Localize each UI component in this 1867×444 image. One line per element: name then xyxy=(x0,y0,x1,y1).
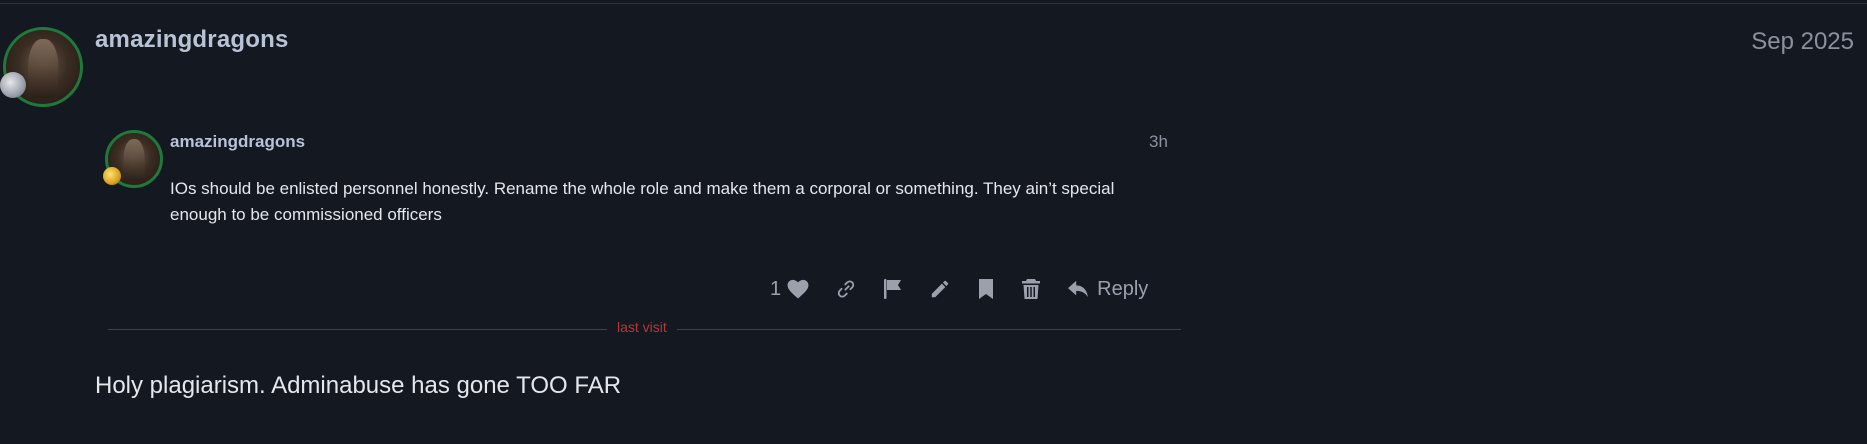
pencil-icon xyxy=(931,280,949,298)
quoted-user-flair-icon xyxy=(103,167,121,185)
edit-button[interactable] xyxy=(929,272,951,306)
user-flair-icon xyxy=(0,72,26,98)
quoted-post-time[interactable]: 3h xyxy=(1149,132,1168,152)
like-button[interactable] xyxy=(787,272,809,306)
heart-icon xyxy=(787,279,809,299)
flag-icon xyxy=(884,279,902,299)
flag-button[interactable] xyxy=(883,272,903,306)
post-username[interactable]: amazingdragons xyxy=(95,26,289,54)
like-count[interactable]: 1 xyxy=(770,278,781,301)
link-icon xyxy=(837,280,855,298)
reply-icon xyxy=(1068,280,1089,298)
quoted-username[interactable]: amazingdragons xyxy=(170,132,305,152)
post-date[interactable]: Sep 2025 xyxy=(1751,28,1854,56)
topic-post: amazingdragons Sep 2025 amazingdragons 3… xyxy=(0,0,1867,444)
post-top-divider xyxy=(0,3,1867,4)
avatar-figure xyxy=(28,38,58,99)
post-actions: 1 Reply xyxy=(770,272,1148,306)
quoted-post-body: IOs should be enlisted personnel honestl… xyxy=(170,179,1115,224)
post-body: Holy plagiarism. Adminabuse has gone TOO… xyxy=(95,372,622,399)
trash-icon xyxy=(1022,279,1041,299)
last-visit-label: last visit xyxy=(607,319,677,335)
bookmark-icon xyxy=(979,279,994,299)
avatar-figure xyxy=(123,139,145,181)
reply-label: Reply xyxy=(1097,277,1149,300)
bookmark-button[interactable] xyxy=(977,272,995,306)
reply-button[interactable]: Reply xyxy=(1067,272,1148,306)
copy-link-button[interactable] xyxy=(835,272,857,306)
delete-button[interactable] xyxy=(1021,272,1041,306)
